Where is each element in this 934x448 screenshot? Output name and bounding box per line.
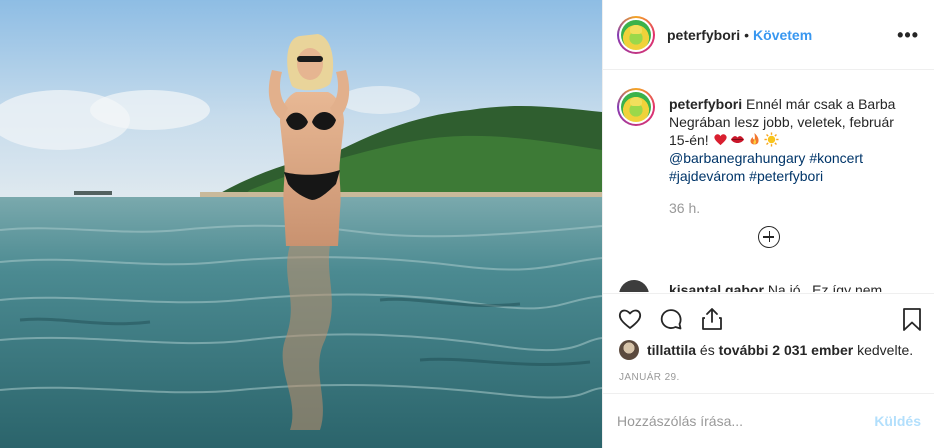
comment-input[interactable] bbox=[617, 410, 867, 432]
post-photo[interactable] bbox=[0, 0, 602, 448]
likes-summary: tillattila és további 2 031 ember kedvel… bbox=[619, 340, 913, 360]
commenter-avatar[interactable] bbox=[619, 280, 649, 292]
more-options-icon[interactable]: ••• bbox=[897, 25, 919, 46]
header-separator: • bbox=[744, 26, 750, 43]
fire-emoji-icon bbox=[750, 132, 759, 145]
bookmark-icon[interactable] bbox=[899, 306, 925, 332]
lips-emoji-icon bbox=[730, 136, 744, 144]
hashtag-link[interactable]: #koncert bbox=[809, 150, 863, 166]
caption-author-avatar[interactable] bbox=[617, 88, 655, 126]
heart-outline-icon[interactable] bbox=[617, 306, 643, 332]
likes-suffix: kedvelte. bbox=[857, 342, 914, 358]
likes-connector: és bbox=[699, 342, 715, 358]
caption-emojis bbox=[713, 132, 779, 147]
mention-link[interactable]: @barbanegrahungary bbox=[669, 150, 805, 166]
hashtag-link[interactable]: #peterfybori bbox=[749, 168, 823, 184]
follow-button[interactable]: Követem bbox=[753, 27, 812, 43]
post-header: peterfybori • Követem ••• bbox=[603, 0, 934, 70]
caption-text: peterfybori Ennél már csak a Barba Negrá… bbox=[669, 95, 917, 185]
post-actions-bar bbox=[603, 293, 934, 345]
load-more-comments-plus-circle-icon[interactable] bbox=[758, 226, 780, 248]
heart-emoji-icon bbox=[713, 134, 727, 146]
liker-username-link[interactable]: tillattila bbox=[647, 342, 696, 358]
comment-bubble-icon[interactable] bbox=[658, 306, 684, 332]
other-likers-link[interactable]: további 2 031 ember bbox=[719, 342, 854, 358]
author-username-link[interactable]: peterfybori bbox=[667, 27, 740, 43]
liker-avatar[interactable] bbox=[619, 340, 639, 360]
post-side-panel: peterfybori • Követem ••• peterfybori En… bbox=[602, 0, 934, 448]
beach-photo-illustration bbox=[0, 0, 602, 448]
share-upload-icon[interactable] bbox=[699, 306, 725, 332]
comment-text: kisantal.gabor Na jó.. Ez így nem bbox=[669, 282, 882, 292]
hashtag-link[interactable]: #jajdevárom bbox=[669, 168, 745, 184]
author-avatar[interactable] bbox=[617, 15, 655, 54]
send-comment-button[interactable]: Küldés bbox=[874, 413, 921, 429]
comment-item: kisantal.gabor Na jó.. Ez így nem bbox=[617, 278, 922, 292]
caption-timestamp[interactable]: 36 h. bbox=[669, 200, 700, 216]
comment-body: Na jó.. Ez így nem bbox=[767, 282, 883, 292]
add-comment-bar: Küldés bbox=[603, 393, 934, 448]
commenter-username-link[interactable]: kisantal.gabor bbox=[669, 282, 764, 292]
caption-username-link[interactable]: peterfybori bbox=[669, 96, 742, 112]
post-date[interactable]: JANUÁR 29. bbox=[619, 372, 680, 383]
sun-emoji-icon bbox=[764, 132, 779, 147]
